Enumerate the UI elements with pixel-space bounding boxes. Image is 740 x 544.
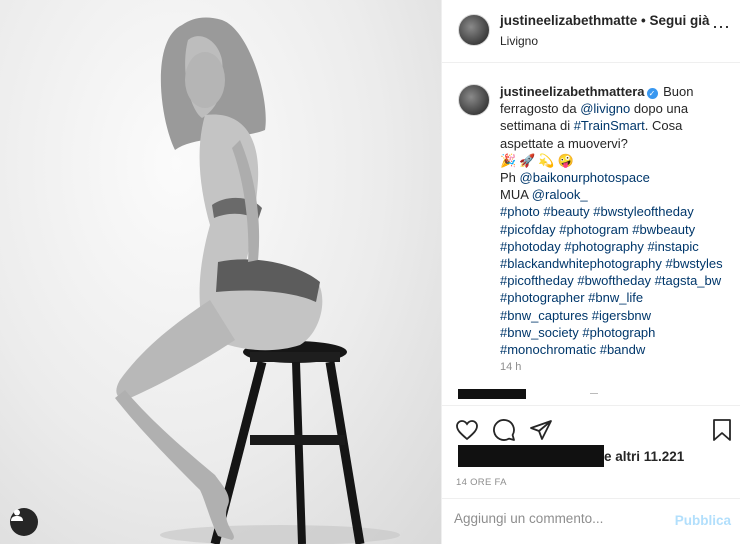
photographer-mention-link[interactable]: @baikonurphotospace xyxy=(520,170,650,185)
post-header: justineelizabethmatte • Segui già Livign… xyxy=(442,0,740,63)
mua-mention-link[interactable]: @ralook_ xyxy=(532,187,588,202)
mention-link[interactable]: @livigno xyxy=(580,101,630,116)
redaction-block xyxy=(458,389,526,399)
post-sidebar: justineelizabethmatte • Segui già Livign… xyxy=(441,0,740,544)
bookmark-icon[interactable] xyxy=(710,418,734,442)
likes-text[interactable]: e altri 11.221 xyxy=(604,449,684,464)
caption-emojis: 🎉🚀💫🤪 xyxy=(500,152,577,168)
hashtags-list[interactable]: #photo #beauty #bwstyleoftheday #picofda… xyxy=(500,204,723,357)
redacted-comment xyxy=(458,389,728,401)
location-link[interactable]: Livigno xyxy=(500,34,538,48)
share-icon[interactable] xyxy=(529,418,553,442)
action-bar xyxy=(442,405,740,450)
likes-count[interactable]: e altri 11.221 xyxy=(458,445,728,467)
avatar[interactable] xyxy=(458,14,490,46)
user-icon xyxy=(11,509,23,521)
follow-status[interactable]: • Segui già xyxy=(641,13,710,28)
caption-timestamp[interactable]: 14 h xyxy=(500,361,521,373)
comments-area[interactable]: justineelizabethmattera ✓ Buon ferragosto… xyxy=(442,64,740,386)
comment-input[interactable] xyxy=(454,511,654,526)
heart-icon[interactable] xyxy=(455,418,479,442)
caption-text: justineelizabethmattera ✓ Buon ferragosto… xyxy=(500,83,728,358)
photo-illustration xyxy=(115,17,400,544)
redaction-block xyxy=(458,445,604,467)
comment-icon[interactable] xyxy=(492,418,516,442)
comment-form: Pubblica xyxy=(442,498,740,544)
caption-avatar[interactable] xyxy=(458,84,490,116)
publish-button[interactable]: Pubblica xyxy=(675,513,731,528)
divider xyxy=(590,393,598,394)
more-options-icon[interactable]: ⋯ xyxy=(712,18,731,36)
tagged-users-button[interactable] xyxy=(10,508,38,536)
caption-username[interactable]: justineelizabethmattera xyxy=(500,84,645,99)
post-photo[interactable] xyxy=(0,0,441,544)
header-username[interactable]: justineelizabethmatte xyxy=(500,13,637,28)
mua-label: MUA xyxy=(500,187,532,203)
verified-badge-icon: ✓ xyxy=(646,88,658,99)
post-time[interactable]: 14 ORE FA xyxy=(456,477,507,488)
hashtag-link[interactable]: #TrainSmart xyxy=(574,118,645,133)
ph-label: Ph xyxy=(500,170,520,186)
